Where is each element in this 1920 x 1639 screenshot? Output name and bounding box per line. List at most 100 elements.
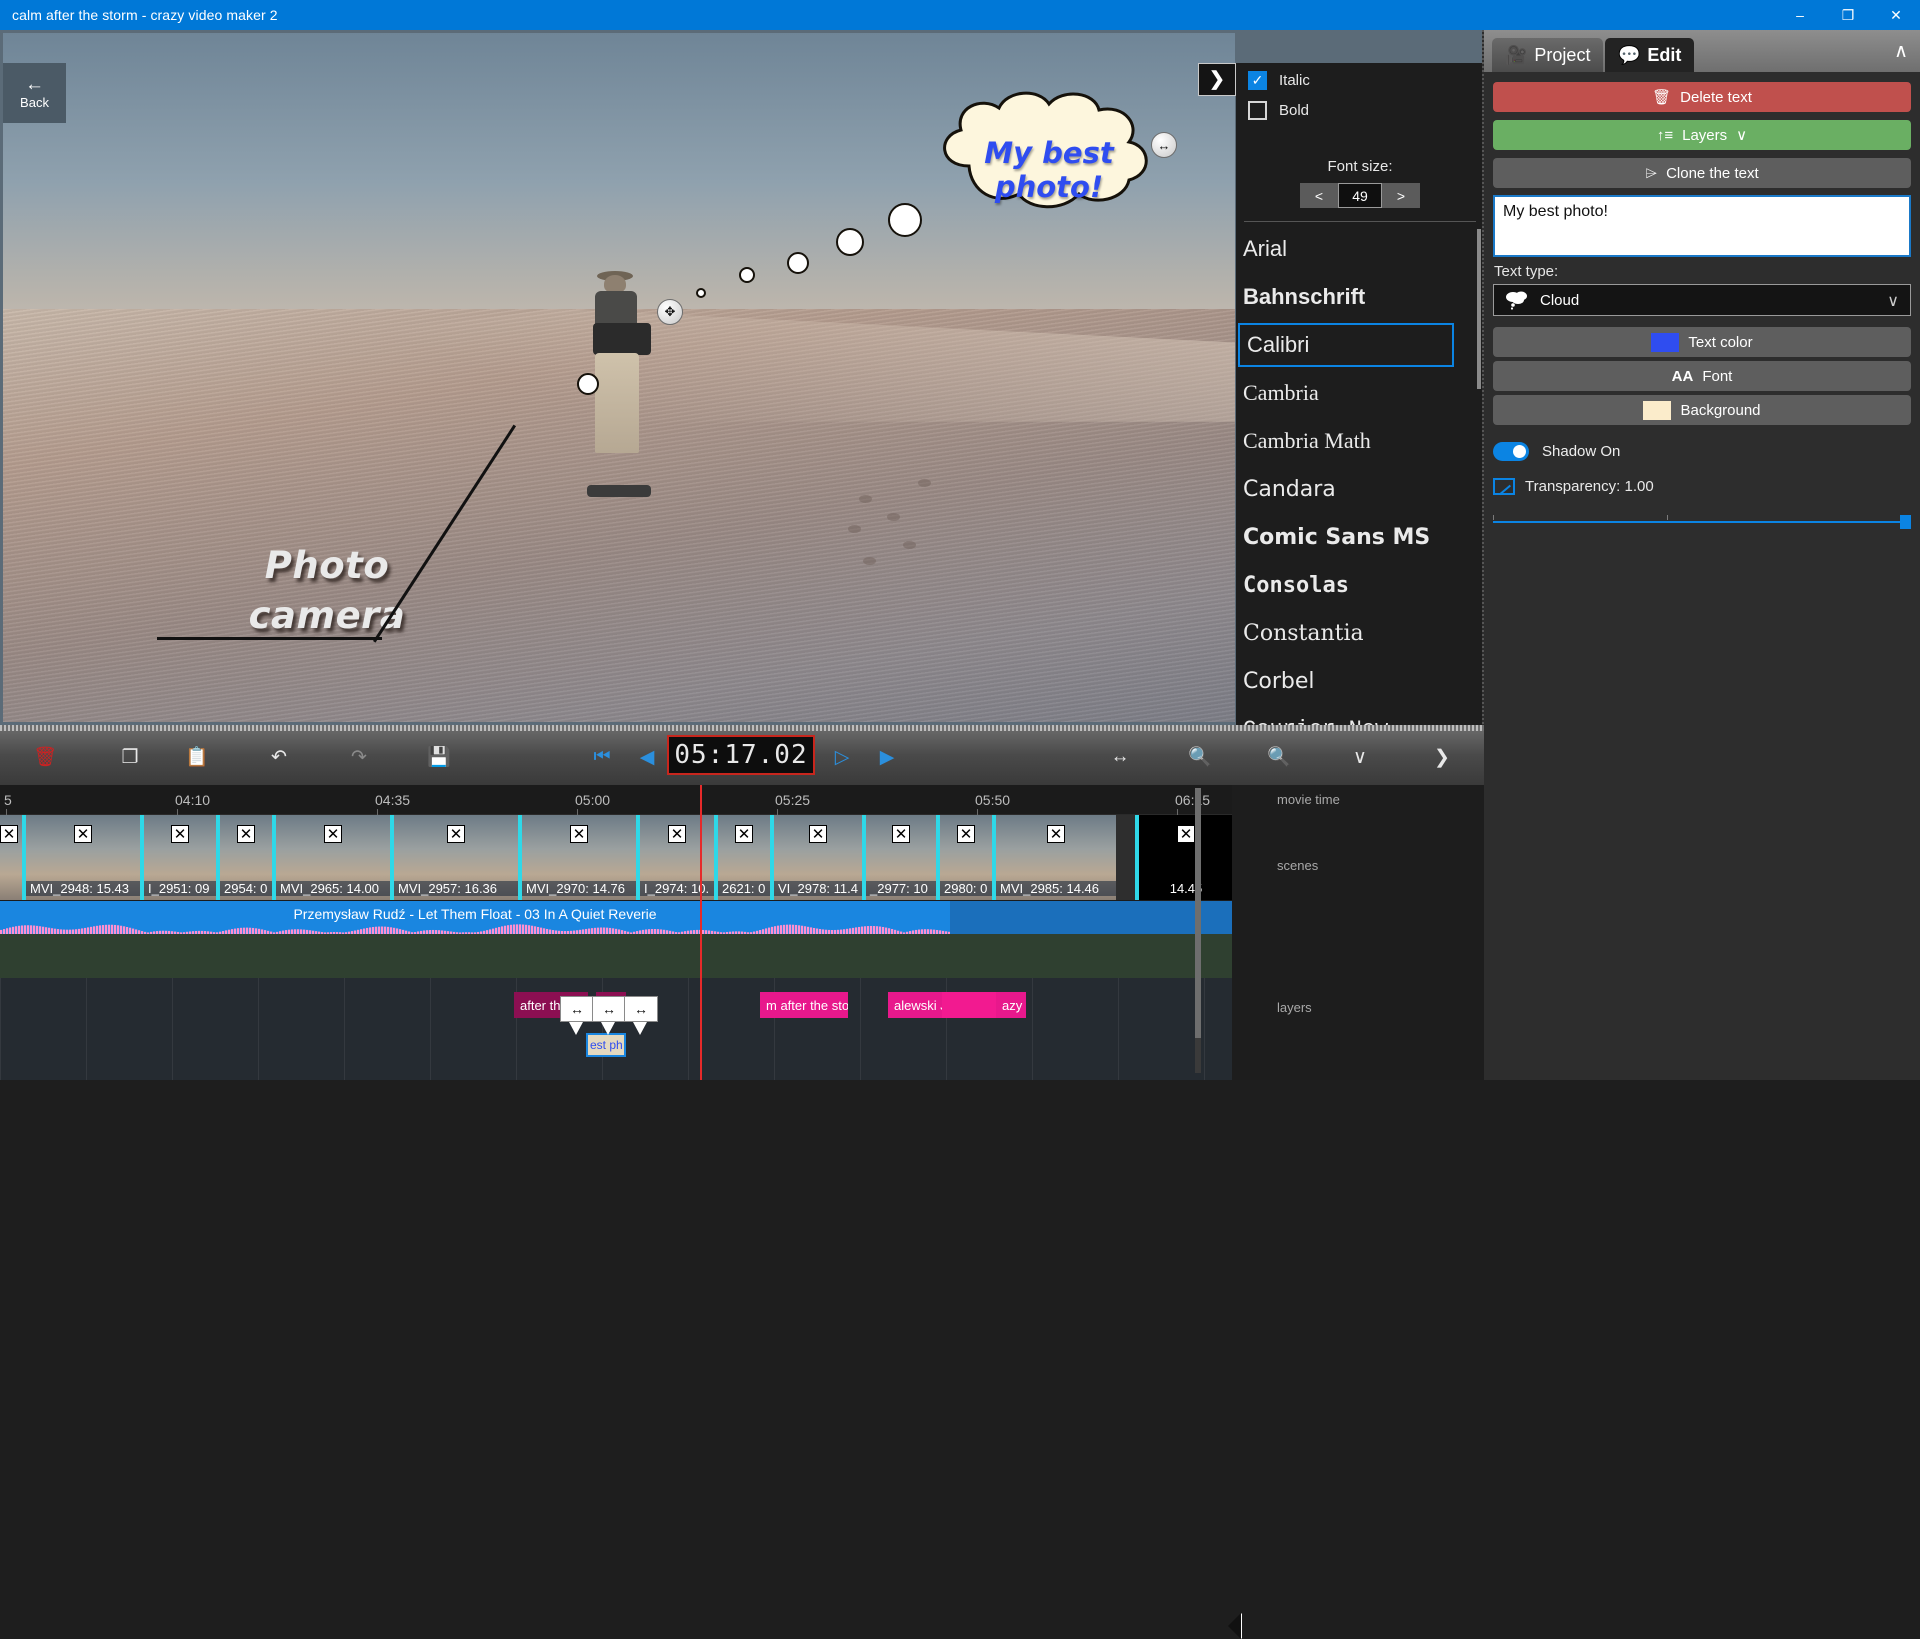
clip-drag-handle[interactable]: ↔: [560, 996, 594, 1022]
paste-icon[interactable]: 📋: [180, 743, 214, 771]
fit-width-icon[interactable]: ↔: [1103, 743, 1137, 771]
font-size-stepper[interactable]: < 49 >: [1300, 183, 1420, 208]
font-item-bahnschrift[interactable]: Bahnschrift: [1236, 273, 1484, 321]
play-icon[interactable]: ▷: [825, 743, 859, 771]
slider-knob[interactable]: [1900, 515, 1911, 529]
remove-scene-icon[interactable]: ✕: [957, 825, 975, 843]
transparency-slider[interactable]: [1493, 515, 1911, 529]
minimize-button[interactable]: –: [1776, 0, 1824, 30]
text-type-select[interactable]: Cloud ∨: [1493, 284, 1911, 316]
skip-start-icon[interactable]: ⏮: [585, 743, 619, 771]
layer-clip[interactable]: azy v: [996, 992, 1026, 1018]
remove-scene-icon[interactable]: ✕: [735, 825, 753, 843]
back-button[interactable]: ← Back: [3, 63, 66, 123]
save-icon[interactable]: 💾: [422, 743, 456, 771]
remove-scene-icon[interactable]: ✕: [171, 825, 189, 843]
delete-icon[interactable]: 🗑: [28, 743, 62, 771]
font-button[interactable]: AA Font: [1493, 361, 1911, 391]
collapse-tracks-arrow-icon[interactable]: [1228, 1613, 1241, 1639]
scene-clip[interactable]: ✕: [0, 815, 22, 900]
font-list[interactable]: ArialBahnschriftCalibriCambriaCambria Ma…: [1236, 225, 1484, 755]
font-size-decrease-button[interactable]: <: [1300, 183, 1338, 208]
scene-clip[interactable]: ✕MVI_2948: 15.43: [22, 815, 140, 900]
cloud-resize-handle[interactable]: ↔: [1151, 132, 1177, 158]
playhead[interactable]: [700, 785, 702, 1080]
italic-checkbox-row[interactable]: ✓ Italic: [1248, 71, 1310, 90]
remove-scene-icon[interactable]: ✕: [324, 825, 342, 843]
scenes-track[interactable]: ✕✕MVI_2948: 15.43✕I_2951: 09✕2954: 0✕MVI…: [0, 815, 1232, 900]
font-item-comic-sans-ms[interactable]: Comic Sans MS: [1236, 513, 1484, 561]
redo-icon[interactable]: ↷: [342, 743, 376, 771]
shadow-toggle-row[interactable]: Shadow On: [1493, 442, 1620, 461]
font-size-value[interactable]: 49: [1338, 183, 1382, 208]
scene-clip[interactable]: ✕2980: 0: [936, 815, 992, 900]
text-content-input[interactable]: My best photo!: [1493, 195, 1911, 257]
layer-clip[interactable]: [942, 992, 996, 1018]
font-item-candara[interactable]: Candara: [1236, 465, 1484, 513]
maximize-button[interactable]: ❐: [1824, 0, 1872, 30]
undo-icon[interactable]: ↶: [262, 743, 296, 771]
font-size-increase-button[interactable]: >: [1382, 183, 1420, 208]
scene-clip[interactable]: ✕2621: 0: [714, 815, 770, 900]
italic-checkbox[interactable]: ✓: [1248, 71, 1267, 90]
font-item-cambria[interactable]: Cambria: [1236, 369, 1484, 417]
chevron-down-icon[interactable]: ∨: [1343, 743, 1377, 771]
text-color-button[interactable]: Text color: [1493, 327, 1911, 357]
move-handle[interactable]: ✥: [657, 299, 683, 325]
scene-clip[interactable]: ✕2954: 0: [216, 815, 272, 900]
remove-scene-icon[interactable]: ✕: [74, 825, 92, 843]
font-list-scrollbar[interactable]: [1477, 229, 1481, 389]
chevron-down-icon[interactable]: ∨: [1887, 291, 1899, 311]
scene-clip[interactable]: ✕MVI_2985: 14.46: [992, 815, 1116, 900]
zoom-in-icon[interactable]: 🔍: [1262, 743, 1296, 771]
copy-icon[interactable]: ❐: [113, 743, 147, 771]
close-button[interactable]: ✕: [1872, 0, 1920, 30]
zoom-out-icon[interactable]: 🔍: [1183, 743, 1217, 771]
background-button[interactable]: Background: [1493, 395, 1911, 425]
remove-scene-icon[interactable]: ✕: [1177, 825, 1195, 843]
delete-text-button[interactable]: 🗑 Delete text: [1493, 82, 1911, 112]
remove-scene-icon[interactable]: ✕: [447, 825, 465, 843]
timeline-vertical-scrollbar[interactable]: [1195, 788, 1201, 1073]
chevron-right-icon[interactable]: ❯: [1425, 743, 1459, 771]
current-time-display[interactable]: 05:17.02: [667, 735, 815, 775]
step-fwd-icon[interactable]: ▶: [870, 743, 904, 771]
scene-clip[interactable]: ✕14.45: [1135, 815, 1232, 900]
scene-clip[interactable]: ✕MVI_2957: 16.36: [390, 815, 518, 900]
layer-clip[interactable]: alewski J: [888, 992, 942, 1018]
shadow-toggle[interactable]: [1493, 442, 1529, 461]
remove-scene-icon[interactable]: ✕: [237, 825, 255, 843]
scene-clip[interactable]: ✕I_2951: 09: [140, 815, 216, 900]
font-item-corbel[interactable]: Corbel: [1236, 657, 1484, 705]
pointer-anchor-dot[interactable]: [577, 373, 599, 395]
layer-clip[interactable]: m after the sto: [760, 992, 848, 1018]
bold-checkbox[interactable]: [1248, 101, 1267, 120]
selected-text-clip[interactable]: est ph: [586, 1033, 626, 1057]
layers-button[interactable]: ↑≡ Layers ∨: [1493, 120, 1911, 150]
video-preview[interactable]: Photo camera ✥ My best photo! ↔: [3, 33, 1235, 722]
clip-drag-handle[interactable]: ↔: [624, 996, 658, 1022]
toolbar-grip[interactable]: [0, 725, 1484, 731]
tab-edit[interactable]: 💬 Edit: [1605, 38, 1694, 72]
font-item-cambria-math[interactable]: Cambria Math: [1236, 417, 1484, 465]
remove-scene-icon[interactable]: ✕: [0, 825, 18, 843]
tab-project[interactable]: 🎥 Project: [1492, 38, 1603, 72]
step-back-icon[interactable]: ◀: [630, 743, 664, 771]
clip-drag-handle[interactable]: ↔: [592, 996, 626, 1022]
scene-clip[interactable]: ✕I_2974: 10.: [636, 815, 714, 900]
scene-clip[interactable]: ✕MVI_2965: 14.00: [272, 815, 390, 900]
bold-checkbox-row[interactable]: Bold: [1248, 101, 1309, 120]
remove-scene-icon[interactable]: ✕: [570, 825, 588, 843]
cloud-text-object[interactable]: My best photo! ↔: [929, 88, 1169, 218]
font-item-constantia[interactable]: Constantia: [1236, 609, 1484, 657]
clone-text-button[interactable]: ⌲ Clone the text: [1493, 158, 1911, 188]
font-panel-expand-button[interactable]: ❯: [1198, 63, 1236, 96]
layers-track[interactable]: after thetm after the stoalewski Jazy ve…: [0, 978, 1232, 1080]
audio-clip-tail[interactable]: [950, 901, 1232, 934]
font-item-consolas[interactable]: Consolas: [1236, 561, 1484, 609]
scene-clip[interactable]: ✕MVI_2970: 14.76: [518, 815, 636, 900]
collapse-panel-icon[interactable]: ∧: [1894, 40, 1908, 63]
remove-scene-icon[interactable]: ✕: [809, 825, 827, 843]
remove-scene-icon[interactable]: ✕: [1047, 825, 1065, 843]
scene-clip[interactable]: ✕VI_2978: 11.4: [770, 815, 862, 900]
